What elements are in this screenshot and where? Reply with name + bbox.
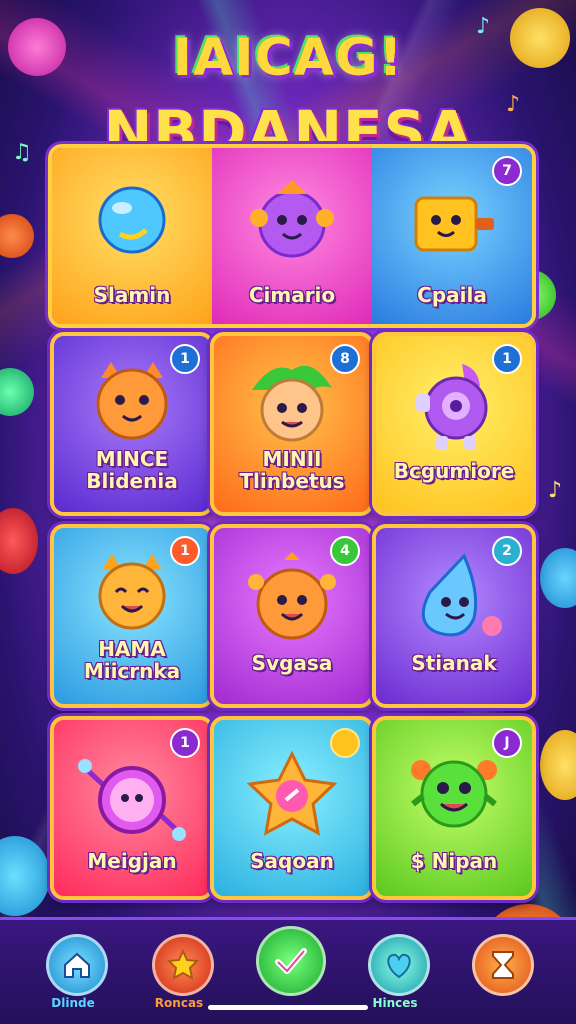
character-card[interactable]: 1 Meigjan	[50, 716, 214, 900]
home-indicator	[208, 1005, 368, 1010]
character-card[interactable]: 8 MINII Tlinbetus	[210, 332, 374, 516]
character-card[interactable]: 1 MINCE Blidenia	[50, 332, 214, 516]
decor-coin-icon	[0, 508, 38, 574]
star-icon	[167, 949, 199, 980]
hourglass-icon	[492, 951, 514, 979]
leaf-hair-kid-icon	[252, 365, 332, 442]
card-label: Svgasa	[251, 651, 333, 675]
card-label: Saqoan	[250, 849, 334, 873]
orange-girl-icon	[248, 552, 336, 640]
banner-item-cpaila[interactable]: 7 Cpaila	[372, 148, 532, 324]
character-card[interactable]: J $ Nipan	[372, 716, 536, 900]
nav-check-button[interactable]	[256, 926, 326, 996]
nav-home-label: Dlinde	[51, 996, 95, 1010]
star-badge-icon	[246, 750, 338, 836]
character-card[interactable]: 1 HAMA Miicrnka	[50, 524, 214, 708]
blue-balloon-icon	[98, 186, 166, 254]
featured-banner: Slamin Cimario 7 Cpaila	[48, 144, 536, 328]
decor-coin-icon	[0, 368, 34, 416]
banner-item-label: Slamin	[93, 283, 171, 307]
decor-coin-icon	[540, 548, 576, 608]
decor-coin-icon	[0, 214, 34, 258]
pink-orb-icon	[78, 759, 186, 841]
banner-item-label: Cimario	[248, 283, 336, 307]
decor-coin-icon	[0, 836, 50, 916]
card-label: Stianak	[411, 651, 497, 675]
badge-count: 7	[492, 156, 522, 186]
nav-star-button[interactable]	[152, 934, 214, 996]
orange-cat-icon	[96, 362, 168, 440]
banner-item-cimario[interactable]: Cimario	[212, 148, 372, 324]
heart-icon	[387, 953, 411, 979]
purple-robot-icon	[416, 364, 488, 450]
nav-home-button[interactable]	[46, 934, 108, 996]
card-label: HAMA Miicrnka	[83, 637, 181, 683]
blue-drop-character-icon	[421, 553, 502, 637]
yellow-cat-icon	[98, 554, 166, 630]
checkmark-icon	[275, 948, 307, 974]
card-label: Bcgumiore	[393, 459, 515, 483]
bottom-nav: Dlinde Roncas Hinces	[0, 917, 576, 1024]
music-note-icon: ♪	[548, 478, 563, 503]
card-label: MINII Tlinbetus	[239, 447, 345, 493]
character-card[interactable]: 4 Svgasa	[210, 524, 374, 708]
banner-item-label: Cpaila	[417, 283, 487, 307]
game-title-line1: IAICAG!	[172, 28, 404, 88]
decor-coin-icon	[540, 730, 576, 800]
character-card[interactable]: Saqoan	[210, 716, 374, 900]
character-card[interactable]: 1 Bcgumiore	[372, 332, 536, 516]
card-label: MINCE Blidenia	[86, 447, 178, 493]
purple-blob-character-icon	[250, 180, 334, 258]
green-monster-icon	[411, 760, 497, 828]
banner-item-slamin[interactable]: Slamin	[52, 148, 212, 324]
card-label: Meigjan	[87, 849, 177, 873]
character-card[interactable]: 2 Stianak	[372, 524, 536, 708]
nav-heart-button[interactable]	[368, 934, 430, 996]
home-icon	[64, 952, 90, 978]
card-label: $ Nipan	[410, 849, 498, 873]
nav-hourglass-button[interactable]	[472, 934, 534, 996]
yellow-block-character-icon	[414, 196, 494, 252]
